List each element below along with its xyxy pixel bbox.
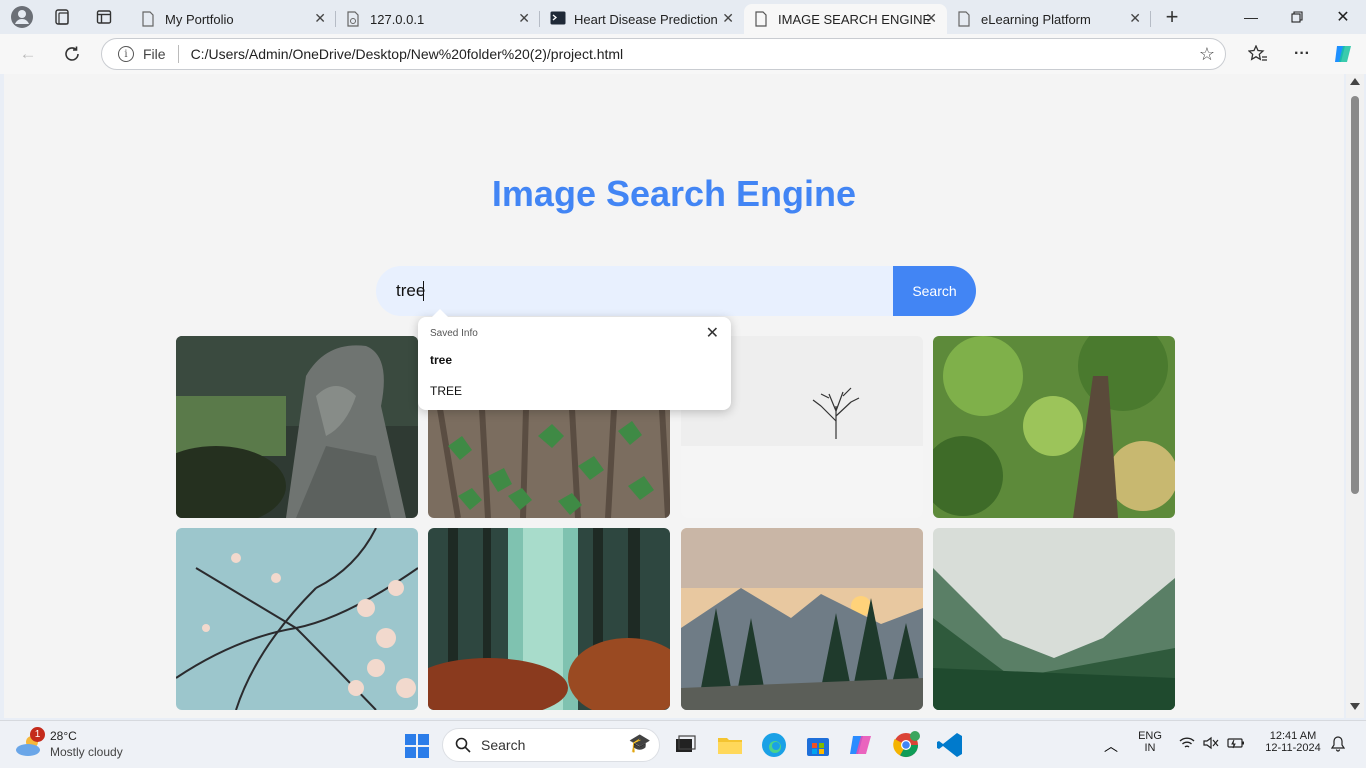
tab-title: My Portfolio [165, 11, 234, 27]
back-icon[interactable]: ← [14, 42, 42, 66]
lang-line1: ENG [1138, 730, 1162, 742]
workspaces-icon[interactable] [48, 5, 76, 29]
foggy-valley-image [933, 528, 1175, 710]
scheme-label: File [143, 46, 166, 62]
weather-widget[interactable]: 1 28°C Mostly cloudy [14, 727, 154, 763]
misty-forest-image [428, 528, 670, 710]
taskbar-search[interactable]: Search 🎓 [442, 728, 660, 762]
terminal-icon [550, 11, 566, 27]
search-form: Search [376, 266, 976, 316]
clock-date: 12-11-2024 [1265, 742, 1321, 754]
tab-strip: My Portfolio ✕ 127.0.0.1 ✕ Heart Disease… [0, 0, 1366, 34]
tree-trunk-image [176, 336, 418, 518]
page-title: Image Search Engine [491, 173, 857, 214]
info-icon[interactable]: i [118, 46, 134, 62]
tab-title: 127.0.0.1 [370, 11, 425, 27]
wifi-icon[interactable] [1179, 736, 1195, 755]
vscode-icon[interactable] [935, 730, 965, 760]
close-icon[interactable]: ✕ [925, 10, 937, 27]
tab-heart-disease[interactable]: Heart Disease Prediction ✕ [540, 4, 744, 34]
weather-temp: 28°C [50, 729, 77, 743]
microsoft-store-icon[interactable] [803, 730, 833, 760]
graduation-cap-icon: 🎓 [628, 733, 651, 753]
taskbar: 1 28°C Mostly cloudy Search 🎓 ︿ ENG IN 1… [0, 720, 1366, 768]
refresh-icon[interactable] [58, 42, 86, 66]
url-text[interactable]: C:/Users/Admin/OneDrive/Desktop/New%20fo… [191, 46, 624, 62]
blossom-image [176, 528, 418, 710]
tab-title: IMAGE SEARCH ENGINE [778, 11, 932, 27]
notification-badge: 1 [30, 727, 45, 742]
battery-icon[interactable] [1227, 736, 1245, 755]
page-viewport: Image Search Engine Search [4, 74, 1344, 718]
edge-browser-icon[interactable] [759, 730, 789, 760]
image-card[interactable] [428, 528, 670, 710]
more-menu-icon[interactable]: ··· [1288, 42, 1316, 66]
tab-title: eLearning Platform [981, 11, 1091, 27]
image-card[interactable] [681, 528, 923, 710]
windows-start-icon[interactable] [404, 733, 430, 759]
tab-localhost[interactable]: 127.0.0.1 ✕ [336, 4, 540, 34]
browser-toolbar: ← i File C:/Users/Admin/OneDrive/Desktop… [0, 34, 1366, 74]
image-card[interactable] [933, 528, 1175, 710]
autofill-popup: Saved Info ✕ tree TREE [418, 309, 731, 410]
close-icon[interactable]: ✕ [706, 323, 719, 343]
copilot-icon[interactable] [1329, 42, 1357, 66]
close-icon[interactable]: ✕ [518, 10, 530, 27]
tab-image-search-engine[interactable]: IMAGE SEARCH ENGINE ✕ [744, 4, 947, 34]
clock[interactable]: 12:41 AM 12-11-2024 [1258, 730, 1328, 754]
favorites-icon[interactable] [1244, 42, 1272, 66]
document-icon [141, 11, 155, 27]
scroll-thumb[interactable] [1351, 96, 1359, 494]
notifications-bell-icon[interactable] [1330, 736, 1346, 757]
task-view-icon[interactable] [670, 730, 700, 760]
restore-icon[interactable] [1274, 0, 1320, 34]
profile-icon[interactable] [8, 5, 36, 29]
address-bar[interactable]: i File C:/Users/Admin/OneDrive/Desktop/N… [101, 38, 1226, 70]
taskbar-search-label: Search [481, 737, 526, 753]
autofill-item[interactable]: tree [430, 353, 452, 367]
document-icon [754, 11, 768, 27]
scroll-down-icon[interactable] [1350, 703, 1360, 710]
close-window-icon[interactable]: ✕ [1320, 0, 1366, 34]
search-input[interactable] [376, 266, 906, 316]
weather-condition: Mostly cloudy [50, 745, 123, 759]
scrollbar[interactable] [1346, 74, 1364, 718]
favorite-star-icon[interactable]: ☆ [1199, 44, 1215, 65]
image-card[interactable] [176, 336, 418, 518]
file-explorer-icon[interactable] [715, 730, 745, 760]
minimize-icon[interactable]: — [1228, 0, 1274, 34]
canopy-image [933, 336, 1175, 518]
clock-time: 12:41 AM [1269, 730, 1317, 742]
image-card[interactable] [933, 336, 1175, 518]
language-indicator[interactable]: ENG IN [1136, 730, 1164, 754]
search-icon [455, 737, 471, 753]
image-card[interactable] [176, 528, 418, 710]
scroll-up-icon[interactable] [1350, 78, 1360, 85]
autofill-item[interactable]: TREE [430, 384, 462, 398]
new-tab-icon[interactable]: + [1158, 4, 1186, 29]
text-caret [423, 281, 424, 301]
document-icon [346, 11, 360, 27]
copilot-app-icon[interactable] [847, 730, 877, 760]
volume-muted-icon[interactable] [1203, 736, 1219, 755]
search-button[interactable]: Search [893, 266, 976, 316]
close-icon[interactable]: ✕ [722, 10, 734, 27]
tab-actions-icon[interactable] [90, 5, 118, 29]
tab-title: Heart Disease Prediction [574, 11, 718, 27]
autofill-title: Saved Info [430, 328, 478, 339]
tab-elearning[interactable]: eLearning Platform ✕ [947, 4, 1151, 34]
chevron-up-icon[interactable]: ︿ [1104, 736, 1118, 756]
document-icon [957, 11, 971, 27]
lang-line2: IN [1144, 742, 1156, 754]
mountain-sunset-image [681, 528, 923, 710]
divider [177, 45, 179, 63]
chrome-icon[interactable] [891, 730, 921, 760]
close-icon[interactable]: ✕ [314, 10, 326, 27]
close-icon[interactable]: ✕ [1129, 10, 1141, 27]
tab-my-portfolio[interactable]: My Portfolio ✕ [131, 4, 336, 34]
